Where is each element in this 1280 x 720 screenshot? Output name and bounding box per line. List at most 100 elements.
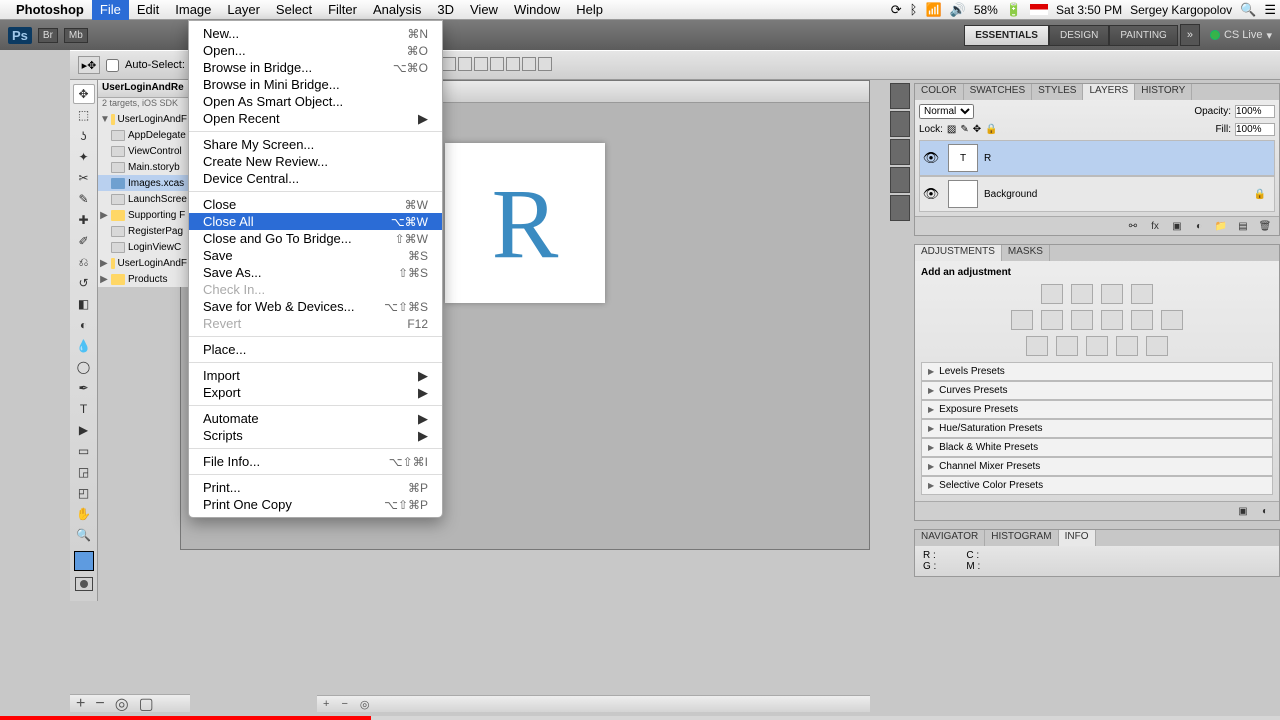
file-menu-item[interactable]: Open...⌘O	[189, 42, 442, 59]
project-item[interactable]: ▼UserLoginAndF	[98, 111, 189, 127]
eraser-tool[interactable]: ◧	[73, 294, 95, 314]
canvas[interactable]: R	[445, 143, 605, 303]
panel-tab[interactable]: MASKS	[1002, 245, 1050, 261]
project-item[interactable]: ▶UserLoginAndF	[98, 255, 189, 271]
project-item[interactable]: RegisterPag	[98, 223, 189, 239]
fit-icon[interactable]: ◎	[360, 698, 370, 711]
healing-tool[interactable]: ✚	[73, 210, 95, 230]
project-item[interactable]: Images.xcas	[98, 175, 189, 191]
file-menu-item[interactable]: Close All⌥⌘W	[189, 213, 442, 230]
panel-tab[interactable]: INFO	[1059, 530, 1096, 546]
project-item[interactable]: LoginViewC	[98, 239, 189, 255]
crop-tool[interactable]: ✂	[73, 168, 95, 188]
workspace-painting[interactable]: PAINTING	[1109, 25, 1177, 46]
visibility-icon[interactable]: 👁	[920, 186, 942, 202]
workspace-overflow-icon[interactable]: »	[1180, 24, 1200, 46]
menu-filter[interactable]: Filter	[320, 0, 365, 20]
blur-tool[interactable]: 💧	[73, 336, 95, 356]
menu-window[interactable]: Window	[506, 0, 568, 20]
layer-mask-icon[interactable]: ▣	[1169, 219, 1185, 233]
preset-item[interactable]: Channel Mixer Presets	[921, 457, 1273, 476]
shape-tool[interactable]: ▭	[73, 441, 95, 461]
menubar-clock[interactable]: Sat 3:50 PM	[1056, 3, 1122, 17]
spotlight-icon[interactable]: 🔍	[1240, 2, 1256, 18]
path-select-tool[interactable]: ▶	[73, 420, 95, 440]
3d-tool[interactable]: ◲	[73, 462, 95, 482]
quickselect-tool[interactable]: ✦	[73, 147, 95, 167]
file-menu-item[interactable]: Print...⌘P	[189, 479, 442, 496]
layer-row[interactable]: 👁Background🔒	[919, 176, 1275, 212]
file-menu-item[interactable]: Automate▶	[189, 410, 442, 427]
file-menu-item[interactable]: Save As...⇧⌘S	[189, 264, 442, 281]
marquee-tool[interactable]: ⬚	[73, 105, 95, 125]
file-menu-item[interactable]: Scripts▶	[189, 427, 442, 444]
preset-item[interactable]: Selective Color Presets	[921, 476, 1273, 495]
wifi-icon[interactable]: 📶	[925, 2, 941, 18]
file-menu-item[interactable]: Print One Copy⌥⇧⌘P	[189, 496, 442, 513]
lock-position-icon[interactable]: ✥	[973, 124, 981, 135]
dodge-tool[interactable]: ◯	[73, 357, 95, 377]
file-menu-item[interactable]: Export▶	[189, 384, 442, 401]
app-name[interactable]: Photoshop	[16, 2, 84, 17]
file-menu-item[interactable]: Open Recent▶	[189, 110, 442, 127]
gradient-tool[interactable]: ◐	[73, 315, 95, 335]
battery-icon[interactable]: 🔋	[1006, 2, 1022, 18]
notification-center-icon[interactable]: ☰	[1264, 2, 1276, 18]
layer-style-icon[interactable]: fx	[1147, 219, 1163, 233]
menu-3d[interactable]: 3D	[429, 0, 462, 20]
history-brush-tool[interactable]: ↺	[73, 273, 95, 293]
panel-tab[interactable]: COLOR	[915, 84, 964, 100]
lock-all-icon[interactable]: 🔒	[985, 124, 997, 135]
bluetooth-icon[interactable]: ᛒ	[910, 2, 918, 17]
file-menu-item[interactable]: Save⌘S	[189, 247, 442, 264]
layer-group-icon[interactable]: 📁	[1213, 219, 1229, 233]
project-item[interactable]: ViewControl	[98, 143, 189, 159]
file-menu-item[interactable]: Place...	[189, 341, 442, 358]
menubar-user[interactable]: Sergey Kargopolov	[1130, 3, 1232, 17]
project-item[interactable]: ▶Supporting F	[98, 207, 189, 223]
remove-icon[interactable]: −	[95, 695, 104, 713]
battery-percent[interactable]: 58%	[974, 3, 998, 17]
collapsed-panel-icons[interactable]	[890, 83, 912, 223]
file-menu-item[interactable]: Browse in Bridge...⌥⌘O	[189, 59, 442, 76]
workspace-essentials[interactable]: ESSENTIALS	[964, 25, 1049, 46]
file-menu-item[interactable]: File Info...⌥⇧⌘I	[189, 453, 442, 470]
menu-view[interactable]: View	[462, 0, 506, 20]
zoom-in-icon[interactable]: −	[341, 698, 347, 710]
minibridge-button[interactable]: Mb	[64, 28, 88, 43]
project-item[interactable]: Main.storyb	[98, 159, 189, 175]
lasso-tool[interactable]: ʖ	[73, 126, 95, 146]
file-menu-item[interactable]: Close and Go To Bridge...⇧⌘W	[189, 230, 442, 247]
stamp-tool[interactable]: ⎌	[73, 252, 95, 272]
menu-help[interactable]: Help	[568, 0, 611, 20]
preset-item[interactable]: Curves Presets	[921, 381, 1273, 400]
file-menu-item[interactable]: Device Central...	[189, 170, 442, 187]
cs-live-button[interactable]: CS Live ▾	[1210, 29, 1272, 42]
preset-item[interactable]: Levels Presets	[921, 362, 1273, 381]
menu-file[interactable]: File	[92, 0, 129, 20]
file-menu-item[interactable]: Create New Review...	[189, 153, 442, 170]
zoom-tool[interactable]: 🔍	[73, 525, 95, 545]
panel-tab[interactable]: NAVIGATOR	[915, 530, 985, 546]
pen-tool[interactable]: ✒	[73, 378, 95, 398]
brush-tool[interactable]: ✐	[73, 231, 95, 251]
quickmask-icon[interactable]	[75, 577, 93, 591]
lock-image-icon[interactable]: ✎	[960, 124, 968, 135]
menu-select[interactable]: Select	[268, 0, 320, 20]
project-item[interactable]: ▶Products	[98, 271, 189, 287]
workspace-design[interactable]: DESIGN	[1049, 25, 1109, 46]
lock-transparent-icon[interactable]: ▨	[947, 124, 956, 135]
panel-tab[interactable]: SWATCHES	[964, 84, 1033, 100]
preset-item[interactable]: Black & White Presets	[921, 438, 1273, 457]
fill-input[interactable]	[1235, 123, 1275, 136]
panel-tab[interactable]: STYLES	[1032, 84, 1083, 100]
project-item[interactable]: AppDelegate	[98, 127, 189, 143]
preset-item[interactable]: Hue/Saturation Presets	[921, 419, 1273, 438]
preset-item[interactable]: Exposure Presets	[921, 400, 1273, 419]
bridge-button[interactable]: Br	[38, 28, 58, 43]
type-tool[interactable]: T	[73, 399, 95, 419]
panel-tab[interactable]: ADJUSTMENTS	[915, 245, 1002, 261]
menu-layer[interactable]: Layer	[219, 0, 268, 20]
file-menu-item[interactable]: Import▶	[189, 367, 442, 384]
volume-icon[interactable]: 🔊	[950, 2, 966, 18]
